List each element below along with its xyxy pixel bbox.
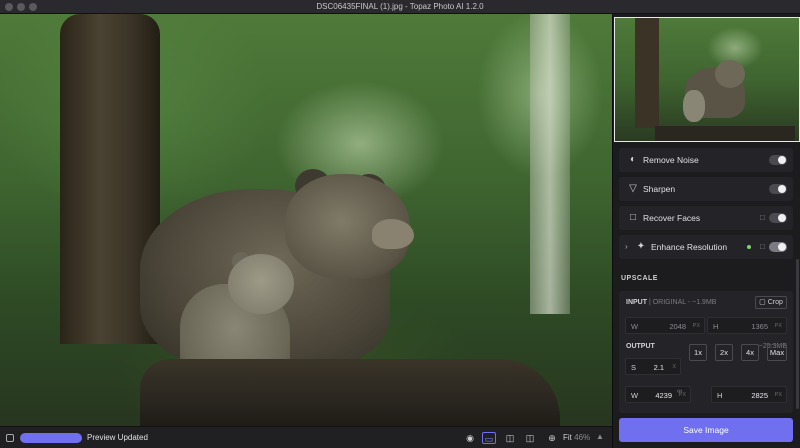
field-unit: PX [692,323,700,329]
output-height-field[interactable]: H 2825 PX [711,386,787,403]
photo-log [140,359,560,426]
lock-icon: □ [760,242,765,251]
filter-label: Remove Noise [643,155,699,165]
preview-progress-bar [20,433,82,443]
photo-cub-head [228,254,294,314]
remove-noise-toggle[interactable] [769,155,787,165]
field-value: 2048 [669,322,686,331]
split-view-icon[interactable]: ◫ [503,432,517,444]
thumb-log [655,126,795,141]
field-unit: PX [774,392,782,398]
navigator-thumbnail[interactable] [614,17,800,142]
sharpen-toggle[interactable] [769,184,787,194]
panel-toggle-icon[interactable] [6,434,14,442]
input-height-field: H 1365 PX [707,317,787,334]
field-key: W [631,391,639,400]
field-value: 4239 [655,391,672,400]
photo-bear-snout [372,219,414,249]
right-panel: ◐ Remove Noise ▽ Sharpen □ Recover Faces… [612,14,800,448]
eye-icon[interactable]: ◉ [463,432,477,444]
chevron-up-icon[interactable]: ▲ [596,432,604,441]
field-value: 1365 [751,322,768,331]
status-text: Preview Updated [87,433,148,442]
save-image-button[interactable]: Save Image [619,418,793,442]
field-value: 2825 [751,391,768,400]
field-key: W [631,322,639,331]
title-bar: DSC06435FINAL (1).jpg - Topaz Photo AI 1… [0,0,800,14]
thumb-bear-head [715,60,745,88]
scale-field[interactable]: S 2.1 X [625,358,681,375]
input-label: INPUT | ORIGINAL - ~1.9MB [626,299,717,306]
scale-4x-button[interactable]: 4x [741,344,759,361]
window-title: DSC06435FINAL (1).jpg - Topaz Photo AI 1… [316,2,484,11]
thumb-tree [635,18,659,128]
field-value: 2.1 [653,363,664,372]
filter-enhance-resolution[interactable]: › ✦ Enhance Resolution □ [619,235,793,259]
enhance-resolution-toggle[interactable] [769,242,787,252]
field-key: H [713,322,719,331]
field-unit: PX [774,323,782,329]
lock-icon: □ [760,213,765,222]
filter-recover-faces[interactable]: □ Recover Faces □ [619,206,793,230]
zoom-icon[interactable]: ⊕ [545,432,559,444]
field-key: S [631,363,637,372]
thumb-cub [683,90,705,122]
crop-label: Crop [767,299,783,306]
output-label: OUTPUT [626,343,655,350]
filter-sharpen[interactable]: ▽ Sharpen [619,177,793,201]
input-width-field: W 2048 PX [625,317,705,334]
chevron-right-icon[interactable]: › [625,242,628,251]
recover-faces-toggle[interactable] [769,213,787,223]
noise-icon: ◐ [629,154,637,165]
scale-1x-button[interactable]: 1x [689,344,707,361]
face-icon: □ [629,212,637,223]
image-canvas[interactable] [0,14,612,426]
filter-label: Recover Faces [643,213,701,223]
photo-background-tree [530,14,570,314]
filter-label: Sharpen [643,184,676,194]
upscale-section-label: UPSCALE [621,275,658,282]
field-unit: X [672,364,676,370]
bottom-toolbar: Preview Updated ◉ ▭ ◫ ◫ ⊕ Fit 46% ▲ [0,426,612,448]
crop-button[interactable]: ▢ Crop [755,296,787,309]
filter-remove-noise[interactable]: ◐ Remove Noise [619,148,793,172]
panel-scrollbar[interactable] [796,259,799,409]
sharpen-icon: ▽ [629,183,637,194]
field-key: H [717,391,723,400]
single-view-icon[interactable]: ▭ [482,432,496,444]
filter-label: Enhance Resolution [651,242,728,252]
sparkle-icon: ✦ [636,241,646,252]
scale-2x-button[interactable]: 2x [715,344,733,361]
active-indicator-dot [747,245,751,249]
zoom-level[interactable]: Fit 46% [563,433,590,442]
link-aspect-icon[interactable]: ∞ [677,388,682,395]
scale-max-button[interactable]: Max [767,344,787,361]
crop-icon: ▢ [759,299,766,306]
side-by-side-icon[interactable]: ◫ [523,432,537,444]
